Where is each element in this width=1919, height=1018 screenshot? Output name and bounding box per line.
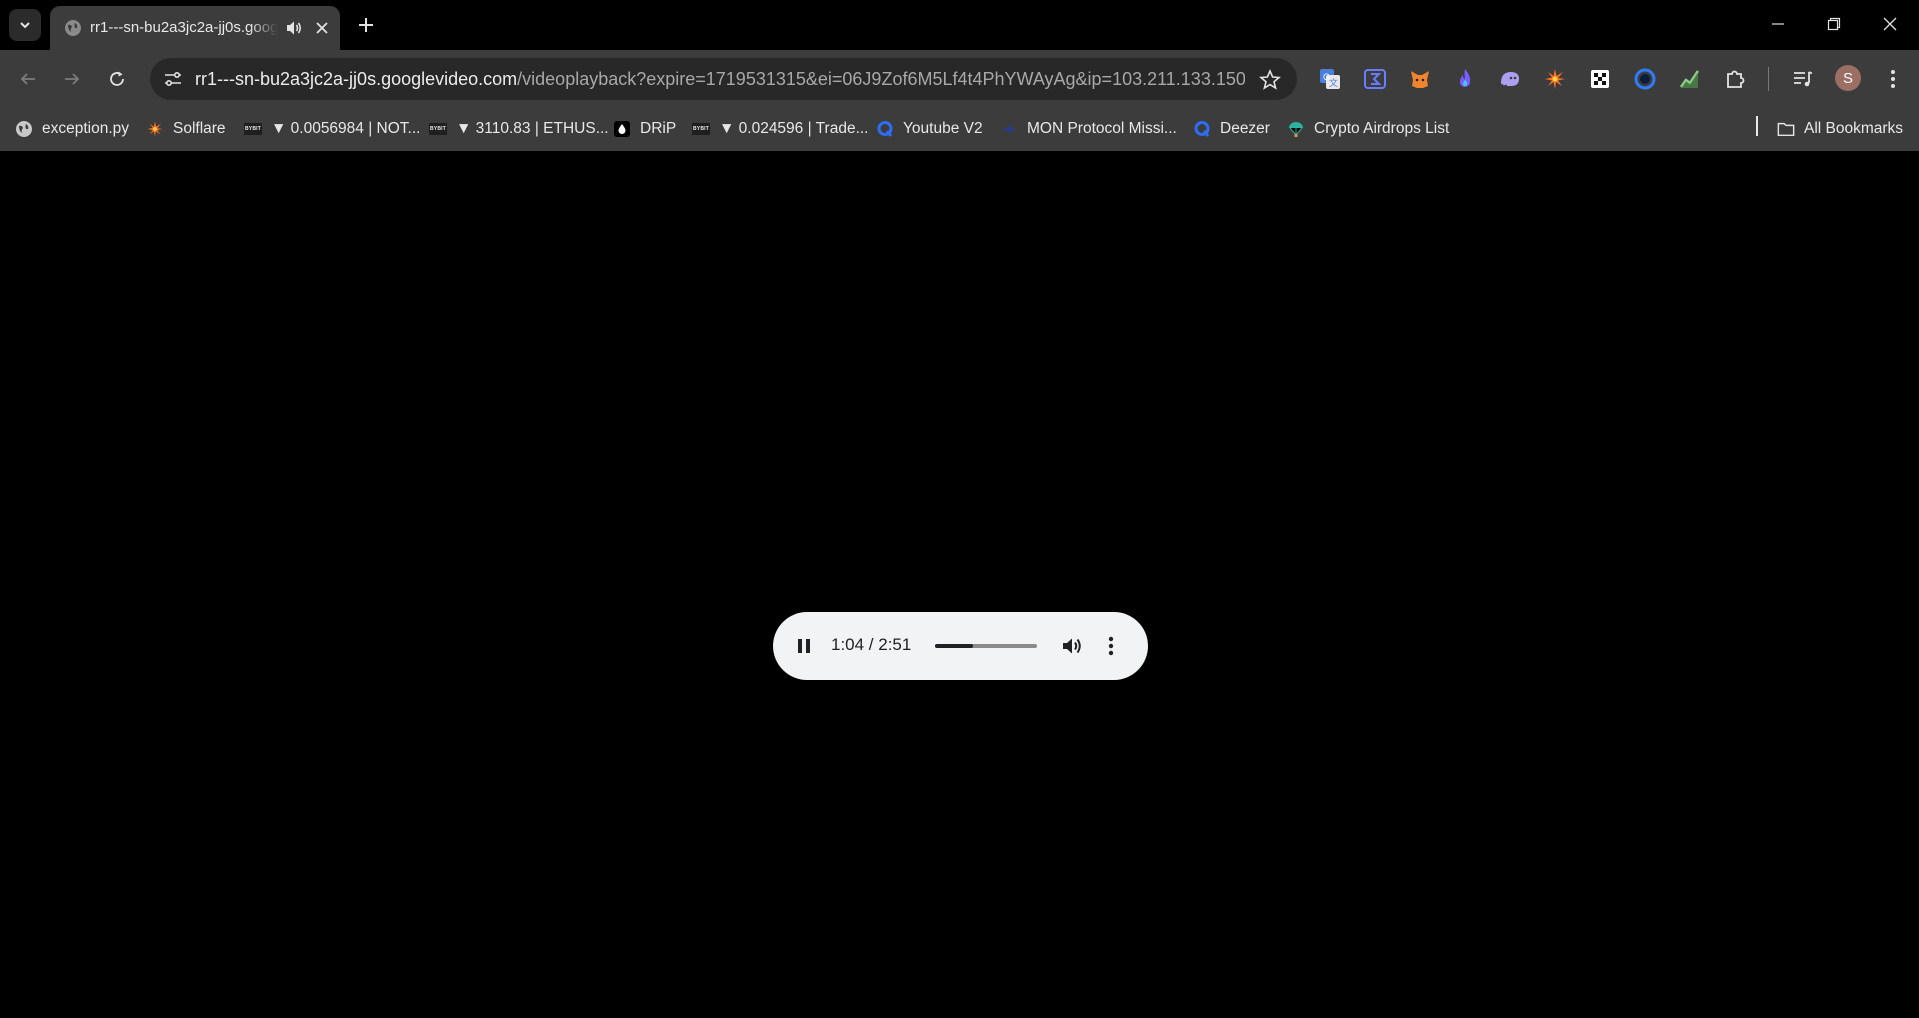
tab-title: rr1---sn-bu2a3jc2a-jj0s.googlevideo.com: [90, 19, 278, 36]
translate-icon[interactable]: G文: [1317, 66, 1343, 92]
star-icon[interactable]: [1258, 68, 1282, 92]
bookmark-solflare[interactable]: Solflare: [146, 115, 226, 143]
folder-icon: [1777, 120, 1795, 138]
pause-button[interactable]: [790, 632, 818, 660]
bookmark-label: MON Protocol Missi...: [1027, 120, 1177, 137]
bookmark-trade-price[interactable]: BYBIT ▼ 0.024596 | Trade...: [692, 115, 869, 143]
svg-text:文: 文: [1329, 77, 1338, 88]
url-text: rr1---sn-bu2a3jc2a-jj0s.googlevideo.com/…: [195, 69, 1245, 91]
restore-icon: [1827, 17, 1841, 31]
tab-close-button[interactable]: [310, 16, 334, 40]
time-display: 1:04 / 2:51: [831, 635, 912, 654]
mon-icon: [1000, 120, 1018, 138]
bookmark-label: exception.py: [42, 120, 130, 137]
toolbar-divider: [1768, 67, 1769, 91]
seek-slider[interactable]: [935, 644, 1037, 648]
bookmark-label: ▼ 0.024596 | Trade...: [719, 120, 869, 137]
bookmark-label: Youtube V2: [903, 120, 983, 137]
bookmark-label: Solflare: [173, 120, 226, 137]
bookmark-ethusdt-price[interactable]: BYBIT ▼ 3110.83 | ETHUS...: [429, 115, 609, 143]
reload-icon: [110, 71, 124, 86]
ghost-icon[interactable]: [1497, 66, 1523, 92]
tab-strip: rr1---sn-bu2a3jc2a-jj0s.googlevideo.com: [0, 0, 1919, 50]
bookmark-mon-protocol[interactable]: MON Protocol Missi...: [1000, 115, 1177, 143]
chart-icon[interactable]: [1677, 66, 1703, 92]
reload-button[interactable]: [101, 63, 133, 95]
close-icon: [1883, 17, 1897, 31]
back-button[interactable]: [12, 63, 44, 95]
bybit-icon: BYBIT: [244, 120, 262, 138]
flame-icon[interactable]: [1452, 66, 1478, 92]
minimize-button[interactable]: [1750, 0, 1806, 48]
pause-icon: [798, 639, 810, 653]
globe-icon: [65, 20, 81, 36]
volume-icon: [1063, 638, 1081, 654]
active-tab[interactable]: rr1---sn-bu2a3jc2a-jj0s.googlevideo.com: [50, 6, 340, 50]
menu-kebab-icon: [1108, 636, 1114, 656]
bookmark-exception-py[interactable]: exception.py: [15, 115, 129, 143]
sigma-icon[interactable]: [1362, 66, 1388, 92]
plus-icon: [359, 18, 373, 32]
site-info-icon[interactable]: [162, 68, 184, 90]
address-bar[interactable]: rr1---sn-bu2a3jc2a-jj0s.googlevideo.com/…: [150, 58, 1297, 100]
tab-search-button[interactable]: [9, 9, 41, 41]
bookmark-label: ▼ 3110.83 | ETHUS...: [456, 120, 609, 137]
bookmark-not-price[interactable]: BYBIT ▼ 0.0056984 | NOT...: [244, 115, 420, 143]
bybit-icon: BYBIT: [692, 120, 710, 138]
arrow-left-icon: [20, 73, 35, 85]
bookmark-label: DRiP: [640, 120, 677, 137]
profile-avatar[interactable]: S: [1835, 65, 1861, 91]
bookmark-label: ▼ 0.0056984 | NOT...: [271, 120, 421, 137]
metamask-fox-icon[interactable]: [1407, 66, 1433, 92]
q-icon: [1193, 120, 1211, 138]
close-window-button[interactable]: [1862, 0, 1918, 48]
bookmark-label: Deezer: [1220, 120, 1270, 137]
solflare-icon: [146, 120, 164, 138]
q-icon: [876, 120, 894, 138]
forward-button[interactable]: [56, 63, 88, 95]
bybit-icon: BYBIT: [429, 120, 447, 138]
seek-progress: [935, 644, 974, 648]
parachute-icon: [1287, 120, 1305, 138]
bookmark-drip[interactable]: DRiP: [613, 115, 676, 143]
bookmark-deezer[interactable]: Deezer: [1193, 115, 1270, 143]
url-host: rr1---sn-bu2a3jc2a-jj0s.googlevideo.com: [195, 69, 518, 89]
globe-icon: [15, 120, 33, 138]
arrow-right-icon: [65, 73, 80, 85]
toolbar: rr1---sn-bu2a3jc2a-jj0s.googlevideo.com/…: [0, 50, 1919, 108]
puzzle-icon[interactable]: [1722, 66, 1748, 92]
bookmarks-divider: [1756, 116, 1758, 136]
menu-kebab-icon[interactable]: [1880, 66, 1906, 92]
drip-icon: [613, 120, 631, 138]
all-bookmarks-label: All Bookmarks: [1804, 120, 1904, 137]
restore-button[interactable]: [1806, 0, 1862, 48]
bookmark-crypto-airdrops[interactable]: Crypto Airdrops List: [1287, 115, 1449, 143]
more-options-button[interactable]: [1101, 633, 1121, 659]
mute-button[interactable]: [1059, 633, 1085, 659]
audio-player: 1:04 / 2:51: [773, 612, 1148, 680]
solflare-icon[interactable]: [1542, 66, 1568, 92]
chevron-down-icon: [20, 22, 30, 29]
bookmark-label: Crypto Airdrops List: [1314, 120, 1450, 137]
speaker-icon[interactable]: [284, 18, 304, 38]
minimize-icon: [1772, 23, 1784, 25]
close-icon: [316, 22, 328, 34]
bookmarks-bar: exception.py Solflare BYBIT ▼ 0.0056984 …: [0, 108, 1919, 151]
new-tab-button[interactable]: [352, 11, 380, 39]
url-path: /videoplayback?expire=1719531315&ei=06J9…: [517, 69, 1245, 89]
grid-icon[interactable]: [1587, 66, 1613, 92]
ring-icon[interactable]: [1632, 66, 1658, 92]
media-controls-icon[interactable]: [1790, 66, 1816, 92]
bookmark-youtube-v2[interactable]: Youtube V2: [876, 115, 983, 143]
all-bookmarks-button[interactable]: All Bookmarks: [1777, 115, 1903, 143]
